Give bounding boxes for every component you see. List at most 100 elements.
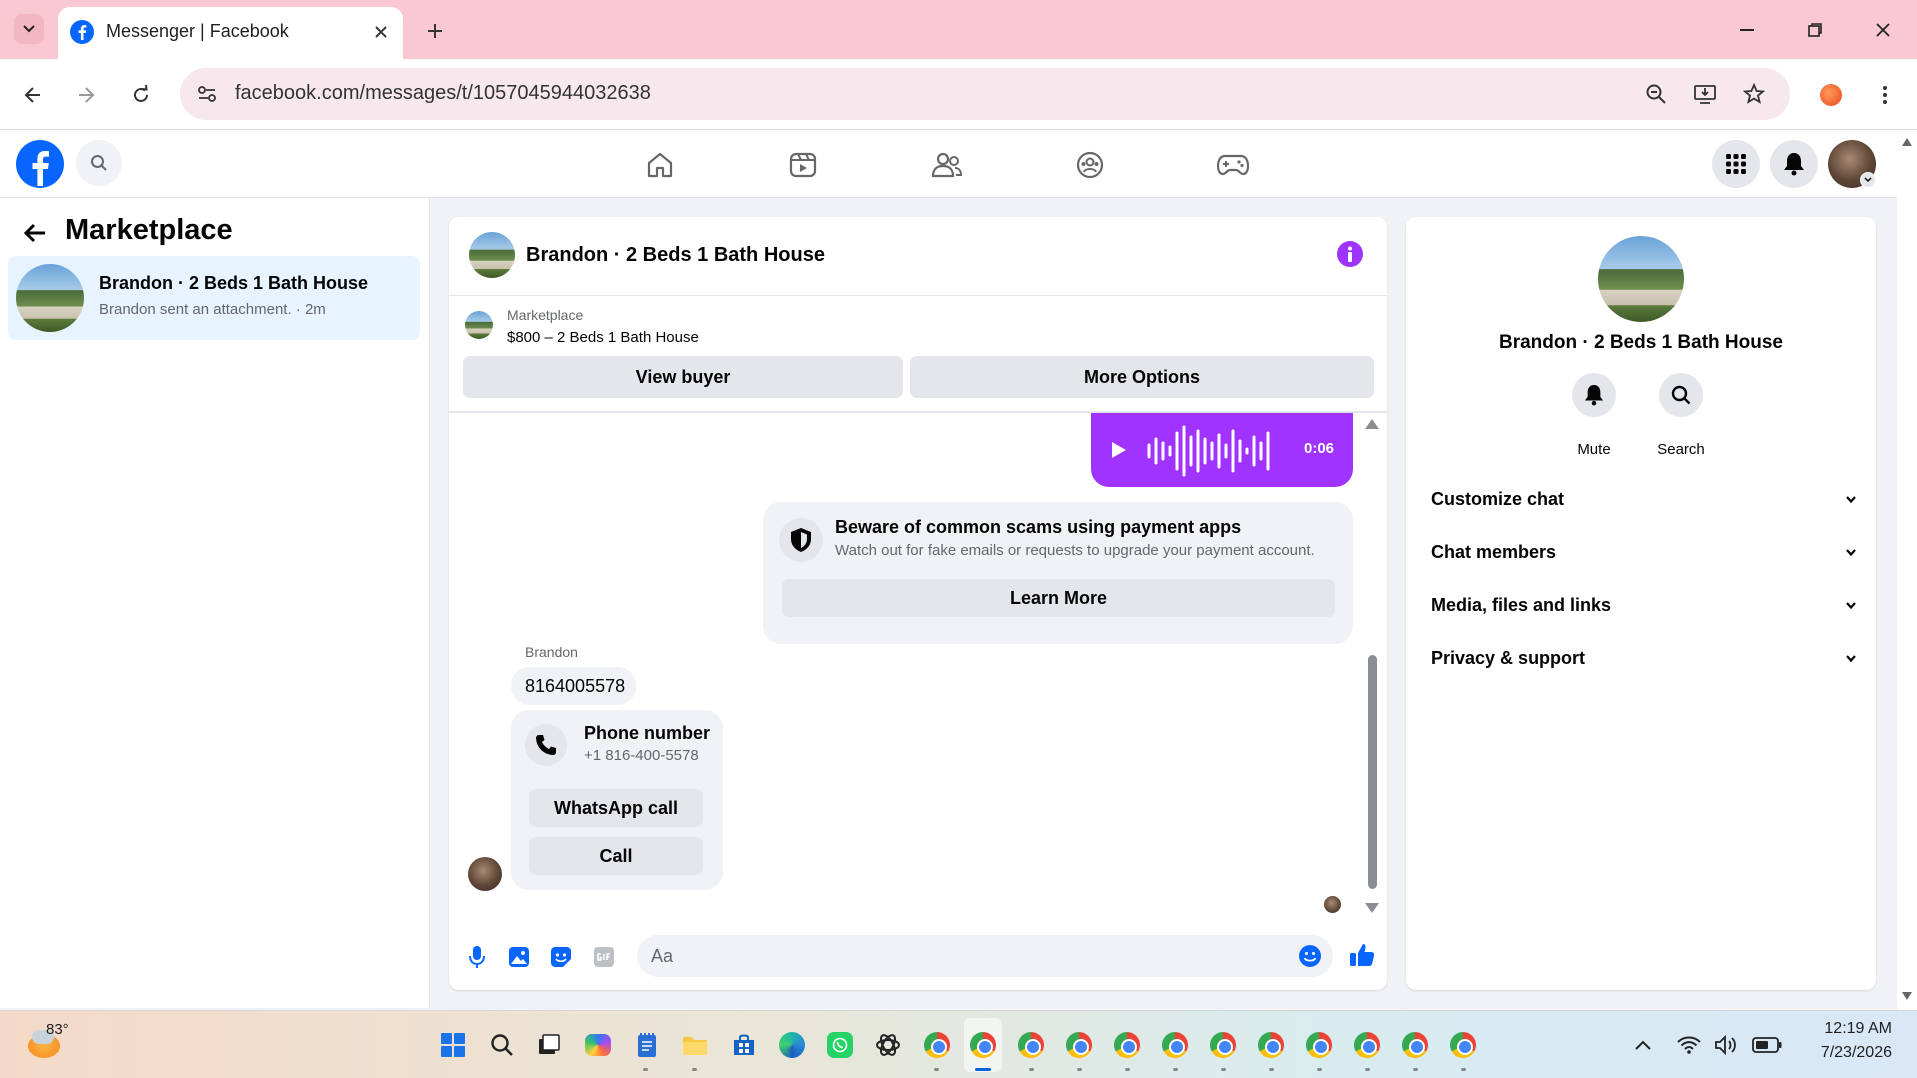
chrome-icon[interactable] bbox=[1112, 1030, 1142, 1060]
grid-icon bbox=[1726, 154, 1746, 174]
store-icon[interactable] bbox=[728, 1029, 760, 1061]
facebook-search-button[interactable] bbox=[76, 140, 122, 186]
chat-header-title[interactable]: Brandon · 2 Beds 1 Bath House bbox=[526, 244, 825, 267]
message-input[interactable]: Aa bbox=[637, 935, 1333, 977]
photo-icon[interactable] bbox=[504, 942, 534, 972]
groups-nav-icon[interactable] bbox=[1070, 145, 1110, 185]
file-explorer-icon[interactable] bbox=[679, 1029, 711, 1061]
chrome-icon[interactable] bbox=[968, 1030, 998, 1060]
section-privacy-support[interactable]: Privacy & support bbox=[1414, 634, 1868, 684]
section-customize-chat[interactable]: Customize chat bbox=[1414, 475, 1868, 525]
more-options-button[interactable]: More Options bbox=[910, 356, 1374, 398]
menu-grid-button[interactable] bbox=[1712, 140, 1760, 188]
tab-search-button[interactable] bbox=[14, 14, 44, 44]
minimize-window-icon[interactable] bbox=[1732, 16, 1762, 44]
whatsapp-icon[interactable] bbox=[824, 1029, 856, 1061]
chrome-icon[interactable] bbox=[1016, 1030, 1046, 1060]
browser-menu-icon[interactable] bbox=[1870, 80, 1900, 110]
chat-scroll-down-icon[interactable] bbox=[1365, 903, 1379, 913]
show-hidden-icons-icon[interactable] bbox=[1630, 1032, 1656, 1058]
bell-icon bbox=[1784, 153, 1804, 176]
site-settings-icon[interactable] bbox=[194, 81, 220, 107]
bookmark-star-icon[interactable] bbox=[1741, 81, 1767, 107]
chat-scroll-up-icon[interactable] bbox=[1365, 419, 1379, 429]
conversation-item[interactable]: Brandon · 2 Beds 1 Bath House Brandon se… bbox=[8, 256, 420, 340]
info-avatar[interactable] bbox=[1598, 236, 1684, 322]
chrome-icon[interactable] bbox=[1064, 1030, 1094, 1060]
sticker-icon[interactable] bbox=[546, 942, 576, 972]
section-media-files-links[interactable]: Media, files and links bbox=[1414, 581, 1868, 631]
chat-header-avatar[interactable] bbox=[469, 232, 515, 278]
chatgpt-icon[interactable] bbox=[872, 1029, 904, 1061]
volume-icon[interactable] bbox=[1712, 1032, 1740, 1058]
gaming-nav-icon[interactable] bbox=[1213, 145, 1253, 185]
emoji-icon[interactable] bbox=[1297, 943, 1323, 969]
taskbar-search-icon[interactable] bbox=[486, 1029, 518, 1061]
listing-title[interactable]: $800 – 2 Beds 1 Bath House bbox=[507, 329, 699, 346]
address-bar[interactable]: facebook.com/messages/t/1057045944032638 bbox=[180, 68, 1790, 120]
edge-icon[interactable] bbox=[776, 1029, 808, 1061]
chrome-icon[interactable] bbox=[922, 1030, 952, 1060]
notifications-button[interactable] bbox=[1770, 140, 1818, 188]
reload-icon[interactable] bbox=[126, 80, 156, 110]
chrome-icon[interactable] bbox=[1160, 1030, 1190, 1060]
chrome-icon[interactable] bbox=[1208, 1030, 1238, 1060]
thumbs-up-icon[interactable] bbox=[1346, 939, 1378, 971]
message-bubble[interactable]: 8164005578 bbox=[511, 667, 636, 705]
chrome-icon[interactable] bbox=[1448, 1030, 1478, 1060]
phone-icon bbox=[525, 724, 567, 766]
scam-notice-body: Watch out for fake emails or requests to… bbox=[835, 542, 1315, 559]
clock-date[interactable]: 7/23/2026 bbox=[1800, 1044, 1892, 1062]
restore-window-icon[interactable] bbox=[1800, 16, 1830, 44]
mute-button[interactable] bbox=[1572, 373, 1616, 417]
chat-scrollbar-thumb[interactable] bbox=[1368, 655, 1377, 889]
install-app-icon[interactable] bbox=[1692, 81, 1718, 107]
chrome-icon[interactable] bbox=[1304, 1030, 1334, 1060]
page-scrollbar[interactable] bbox=[1897, 130, 1917, 1010]
close-window-icon[interactable] bbox=[1868, 16, 1898, 44]
home-nav-icon[interactable] bbox=[640, 145, 680, 185]
learn-more-button[interactable]: Learn More bbox=[782, 579, 1335, 617]
forward-icon[interactable] bbox=[71, 80, 101, 110]
facebook-logo-icon[interactable] bbox=[16, 140, 64, 188]
back-arrow-icon[interactable] bbox=[18, 216, 52, 250]
notepad-icon[interactable] bbox=[631, 1029, 663, 1061]
copilot-icon[interactable] bbox=[582, 1029, 614, 1061]
section-label: Privacy & support bbox=[1431, 648, 1586, 668]
back-icon[interactable] bbox=[18, 80, 48, 110]
chevron-down-icon bbox=[1846, 496, 1856, 503]
video-nav-icon[interactable] bbox=[783, 145, 823, 185]
clock-time[interactable]: 12:19 AM bbox=[1800, 1020, 1892, 1038]
gif-icon[interactable] bbox=[589, 942, 619, 972]
chrome-icon[interactable] bbox=[1400, 1030, 1430, 1060]
extension-icon[interactable] bbox=[1816, 80, 1846, 110]
chrome-icon[interactable] bbox=[1352, 1030, 1382, 1060]
whatsapp-call-button[interactable]: WhatsApp call bbox=[529, 789, 703, 827]
listing-avatar bbox=[16, 264, 84, 332]
voice-message[interactable]: 0:06 bbox=[1091, 413, 1353, 487]
wifi-icon[interactable] bbox=[1675, 1032, 1703, 1058]
section-chat-members[interactable]: Chat members bbox=[1414, 528, 1868, 578]
info-name: Brandon · 2 Beds 1 Bath House bbox=[1499, 332, 1783, 353]
friends-nav-icon[interactable] bbox=[927, 145, 967, 185]
account-chevron-icon[interactable] bbox=[1860, 172, 1876, 188]
battery-icon[interactable] bbox=[1750, 1032, 1784, 1058]
search-in-chat-button[interactable] bbox=[1659, 373, 1703, 417]
start-icon[interactable] bbox=[437, 1029, 469, 1061]
microphone-icon[interactable] bbox=[462, 942, 492, 972]
close-tab-icon[interactable] bbox=[368, 19, 394, 45]
browser-tab[interactable]: Messenger | Facebook bbox=[58, 7, 403, 59]
sender-avatar[interactable] bbox=[468, 857, 502, 891]
call-button[interactable]: Call bbox=[529, 837, 703, 875]
shield-icon bbox=[779, 518, 823, 562]
new-tab-icon[interactable] bbox=[420, 16, 450, 46]
scam-notice-card: Beware of common scams using payment app… bbox=[763, 502, 1353, 644]
chrome-icon[interactable] bbox=[1256, 1030, 1286, 1060]
view-buyer-button[interactable]: View buyer bbox=[463, 356, 903, 398]
phone-card-number: +1 816-400-5578 bbox=[584, 747, 699, 764]
zoom-icon[interactable] bbox=[1643, 81, 1669, 107]
task-view-icon[interactable] bbox=[533, 1029, 565, 1061]
chevron-down-icon bbox=[23, 25, 35, 33]
play-icon[interactable] bbox=[1111, 441, 1127, 459]
info-icon[interactable] bbox=[1337, 241, 1363, 267]
